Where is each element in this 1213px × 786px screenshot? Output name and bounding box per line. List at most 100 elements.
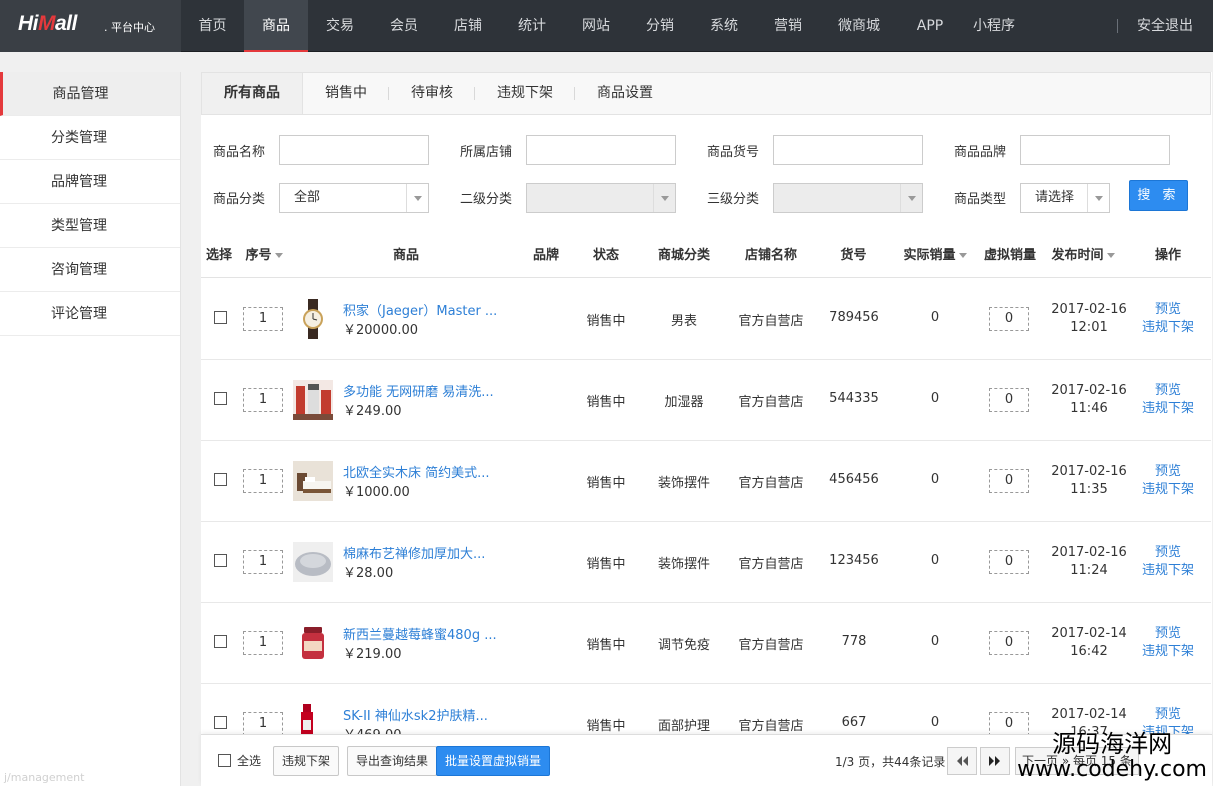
product-name-link[interactable]: 棉麻布艺禅修加厚加大... — [343, 543, 485, 562]
th-publish-time[interactable]: 发布时间 — [1047, 238, 1119, 278]
nav-item-10[interactable]: 微商城 — [820, 0, 898, 52]
sidebar-item-4[interactable]: 咨询管理 — [0, 248, 180, 292]
actual-sales-cell: 0 — [930, 715, 940, 730]
offshelf-link[interactable]: 违规下架 — [1135, 562, 1201, 580]
type-select[interactable]: 请选择 — [1020, 183, 1110, 213]
preview-link[interactable]: 预览 — [1135, 301, 1201, 319]
seq-input[interactable]: 1 — [243, 712, 283, 736]
th-status: 状态 — [592, 248, 619, 263]
preview-link[interactable]: 预览 — [1135, 544, 1201, 562]
seq-input[interactable]: 1 — [243, 307, 283, 331]
sku-cell: 789456 — [829, 310, 879, 325]
status-cell: 销售中 — [586, 638, 626, 653]
status-cell: 销售中 — [586, 395, 626, 410]
sidebar-item-3[interactable]: 类型管理 — [0, 204, 180, 248]
seq-input[interactable]: 1 — [243, 631, 283, 655]
row-checkbox[interactable] — [214, 392, 227, 405]
page-size-controls[interactable]: 下一页 » 每页 15 条 — [1015, 747, 1139, 775]
row-checkbox[interactable] — [214, 473, 227, 486]
tab-2[interactable]: 待审核 — [389, 73, 475, 114]
virtual-sales-input[interactable]: 0 — [989, 469, 1029, 493]
actual-sales-cell: 0 — [930, 634, 940, 649]
preview-link[interactable]: 预览 — [1135, 625, 1201, 643]
nav-item-9[interactable]: 营销 — [756, 0, 820, 52]
product-thumbnail-watch[interactable] — [293, 299, 333, 339]
preview-link[interactable]: 预览 — [1135, 382, 1201, 400]
nav-item-4[interactable]: 店铺 — [436, 0, 500, 52]
sidebar-item-1[interactable]: 分类管理 — [0, 116, 180, 160]
product-name-link[interactable]: SK-II 神仙水sk2护肤精... — [343, 705, 488, 724]
product-name-link[interactable]: 北欧全实木床 简约美式... — [343, 462, 490, 481]
tab-1[interactable]: 销售中 — [303, 73, 389, 114]
sidebar-item-2[interactable]: 品牌管理 — [0, 160, 180, 204]
row-checkbox[interactable] — [214, 311, 227, 324]
nav-item-5[interactable]: 统计 — [500, 0, 564, 52]
offshelf-link[interactable]: 违规下架 — [1135, 319, 1201, 337]
status-cell: 销售中 — [586, 557, 626, 572]
nav-item-7[interactable]: 分销 — [628, 0, 692, 52]
product-price: ￥249.00 — [343, 404, 402, 419]
offshelf-link[interactable]: 违规下架 — [1135, 643, 1201, 661]
category-cell: 加湿器 — [664, 395, 704, 410]
seq-input[interactable]: 1 — [243, 469, 283, 493]
product-name-link[interactable]: 新西兰蔓越莓蜂蜜480g ... — [343, 624, 497, 643]
batch-virtual-sales-button[interactable]: 批量设置虚拟销量 — [436, 746, 551, 776]
virtual-sales-input[interactable]: 0 — [989, 388, 1029, 412]
product-name-link[interactable]: 积家（Jaeger）Master ... — [343, 300, 497, 319]
product-thumbnail-honey[interactable] — [293, 623, 333, 663]
product-name-input[interactable] — [279, 135, 429, 165]
virtual-sales-input[interactable]: 0 — [989, 631, 1029, 655]
virtual-sales-input[interactable]: 0 — [989, 550, 1029, 574]
preview-link[interactable]: 预览 — [1135, 463, 1201, 481]
th-actual-sales[interactable]: 实际销量 — [899, 238, 971, 278]
product-thumbnail-bed[interactable] — [293, 461, 333, 501]
sidebar-item-5[interactable]: 评论管理 — [0, 292, 180, 336]
logo[interactable]: HiMall . 平台中心 — [0, 0, 181, 52]
seq-input[interactable]: 1 — [243, 388, 283, 412]
nav-item-0[interactable]: 首页 — [181, 0, 244, 52]
row-checkbox[interactable] — [214, 716, 227, 729]
offshelf-button[interactable]: 违规下架 — [273, 746, 340, 776]
product-no-input[interactable] — [773, 135, 923, 165]
category3-select[interactable] — [773, 183, 923, 213]
brand-input[interactable] — [1020, 135, 1170, 165]
category2-label: 二级分类 — [460, 192, 513, 207]
category2-select[interactable] — [526, 183, 676, 213]
row-checkbox[interactable] — [214, 635, 227, 648]
nav-item-12[interactable]: 小程序 — [962, 0, 1026, 52]
nav-item-6[interactable]: 网站 — [564, 0, 628, 52]
product-thumbnail-blender[interactable] — [293, 380, 333, 420]
category-select[interactable]: 全部 — [279, 183, 429, 213]
tab-0[interactable]: 所有商品 — [202, 73, 303, 114]
export-button[interactable]: 导出查询结果 — [347, 746, 438, 776]
row-checkbox[interactable] — [214, 554, 227, 567]
offshelf-link[interactable]: 违规下架 — [1135, 481, 1201, 499]
select-all-checkbox[interactable] — [218, 754, 231, 767]
th-seq[interactable]: 序号 — [242, 238, 286, 278]
virtual-sales-input[interactable]: 0 — [989, 307, 1029, 331]
table-row: 1 棉麻布艺禅修加厚加大... ￥28.00 销售中 装饰摆件 官方自营店 12… — [201, 522, 1211, 603]
category-cell: 调节免疫 — [657, 638, 710, 653]
tab-3[interactable]: 违规下架 — [475, 73, 575, 114]
search-button[interactable]: 搜 索 — [1129, 180, 1188, 211]
nav-item-1[interactable]: 商品 — [244, 0, 308, 52]
select-all-label[interactable]: 全选 — [237, 752, 261, 769]
publish-clock: 11:46 — [1070, 401, 1108, 416]
nav-item-8[interactable]: 系统 — [692, 0, 756, 52]
shop-input[interactable] — [526, 135, 676, 165]
nav-item-11[interactable]: APP — [898, 0, 962, 52]
product-thumbnail-cushion[interactable] — [293, 542, 333, 582]
logout-link[interactable]: 安全退出 — [1117, 0, 1213, 52]
tab-4[interactable]: 商品设置 — [575, 73, 675, 114]
prev-page-button[interactable] — [980, 747, 1010, 775]
virtual-sales-input[interactable]: 0 — [989, 712, 1029, 736]
nav-item-3[interactable]: 会员 — [372, 0, 436, 52]
nav-item-2[interactable]: 交易 — [308, 0, 372, 52]
offshelf-link[interactable]: 违规下架 — [1135, 400, 1201, 418]
publish-date: 2017-02-14 — [1051, 707, 1127, 722]
seq-input[interactable]: 1 — [243, 550, 283, 574]
sidebar-item-0[interactable]: 商品管理 — [0, 72, 180, 116]
preview-link[interactable]: 预览 — [1135, 706, 1201, 724]
product-name-link[interactable]: 多功能 无网研磨 易清洗... — [343, 381, 494, 400]
first-page-button[interactable] — [947, 747, 977, 775]
